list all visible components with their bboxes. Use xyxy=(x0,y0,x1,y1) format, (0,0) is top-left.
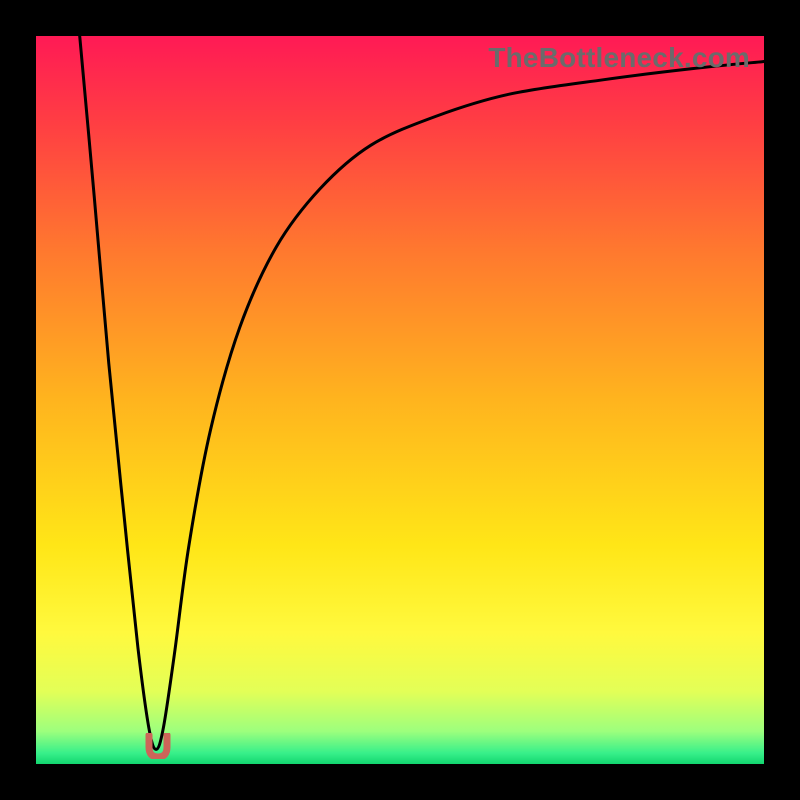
watermark-text: TheBottleneck.com xyxy=(488,42,750,74)
chart-frame: TheBottleneck.com xyxy=(0,0,800,800)
plot-area: TheBottleneck.com xyxy=(36,36,764,764)
bottleneck-curve xyxy=(36,36,764,764)
